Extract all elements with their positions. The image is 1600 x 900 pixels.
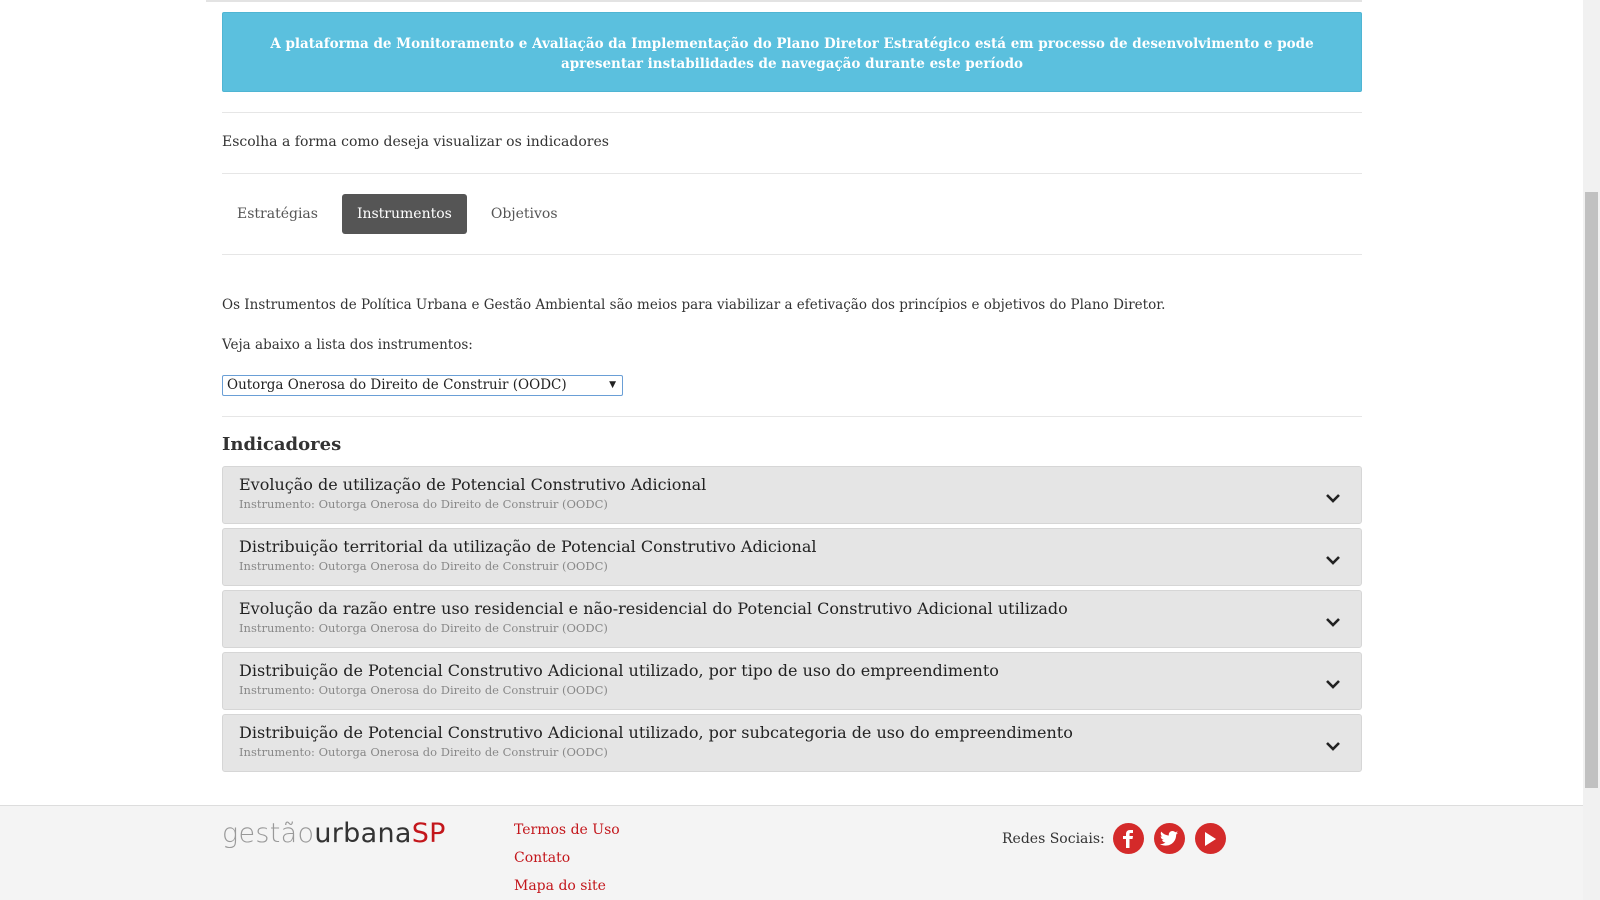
chevron-down-icon	[1326, 680, 1340, 689]
indicator-subtitle: Instrumento: Outorga Onerosa do Direito …	[239, 683, 608, 697]
footer-link-contato[interactable]: Contato	[514, 850, 620, 878]
logo-part-sp: SP	[411, 818, 446, 849]
gestao-urbana-sp-logo[interactable]: gestãourbanaSP	[222, 818, 446, 849]
twitter-icon[interactable]	[1153, 823, 1185, 854]
indicator-subtitle: Instrumento: Outorga Onerosa do Direito …	[239, 497, 608, 511]
indicator-accordion-item[interactable]: Evolução da razão entre uso residencial …	[222, 590, 1362, 648]
scrollbar-thumb[interactable]	[1585, 192, 1598, 788]
divider	[222, 112, 1362, 113]
tab-instrumentos[interactable]: Instrumentos	[341, 194, 467, 234]
indicator-subtitle: Instrumento: Outorga Onerosa do Direito …	[239, 745, 608, 759]
indicator-accordion-item[interactable]: Distribuição territorial da utilização d…	[222, 528, 1362, 586]
social-links: Redes Sociais:	[1002, 823, 1236, 854]
indicator-title: Distribuição de Potencial Construtivo Ad…	[239, 661, 999, 680]
chevron-down-icon	[1326, 494, 1340, 503]
tab-objetivos[interactable]: Objetivos	[476, 194, 573, 234]
logo-part-gestao: gestão	[222, 818, 315, 849]
indicator-accordion-item[interactable]: Evolução de utilização de Potencial Cons…	[222, 466, 1362, 524]
indicator-title: Distribuição territorial da utilização d…	[239, 537, 817, 556]
indicator-title: Evolução de utilização de Potencial Cons…	[239, 475, 707, 494]
indicator-subtitle: Instrumento: Outorga Onerosa do Direito …	[239, 559, 608, 573]
facebook-icon[interactable]	[1112, 823, 1144, 854]
instrument-select[interactable]: Outorga Onerosa do Direito de Construir …	[222, 375, 623, 396]
chevron-down-icon	[1326, 556, 1340, 565]
indicator-title: Distribuição de Potencial Construtivo Ad…	[239, 723, 1073, 742]
instruments-list-label: Veja abaixo a lista dos instrumentos:	[222, 337, 473, 353]
alert-text: A plataforma de Monitoramento e Avaliaçã…	[270, 36, 1314, 72]
indicator-accordion-item[interactable]: Distribuição de Potencial Construtivo Ad…	[222, 714, 1362, 772]
instrument-select-value: Outorga Onerosa do Direito de Construir …	[227, 377, 567, 393]
intro-text: Escolha a forma como deseja visualizar o…	[222, 134, 609, 150]
indicator-accordion-item[interactable]: Distribuição de Potencial Construtivo Ad…	[222, 652, 1362, 710]
development-alert: A plataforma de Monitoramento e Avaliaçã…	[222, 12, 1362, 92]
footer-links: Termos de Uso Contato Mapa do site	[514, 822, 620, 900]
youtube-icon[interactable]	[1194, 823, 1226, 854]
footer: gestãourbanaSP Termos de Uso Contato Map…	[0, 805, 1583, 900]
top-divider	[206, 0, 1362, 2]
tab-estrategias[interactable]: Estratégias	[222, 194, 333, 234]
logo-part-urbana: urbana	[314, 818, 412, 849]
footer-link-termos[interactable]: Termos de Uso	[514, 822, 620, 850]
view-tabs: Estratégias Instrumentos Objetivos	[222, 194, 582, 234]
social-label: Redes Sociais:	[1002, 830, 1105, 847]
divider	[222, 254, 1362, 255]
divider	[222, 173, 1362, 174]
indicators-heading: Indicadores	[222, 434, 342, 455]
indicator-subtitle: Instrumento: Outorga Onerosa do Direito …	[239, 621, 608, 635]
chevron-down-icon	[1326, 618, 1340, 627]
instruments-description: Os Instrumentos de Política Urbana e Ges…	[222, 297, 1166, 313]
divider	[222, 416, 1362, 417]
indicator-title: Evolução da razão entre uso residencial …	[239, 599, 1068, 618]
chevron-down-icon	[1326, 742, 1340, 751]
dropdown-arrow-icon: ▼	[609, 380, 616, 390]
page-scrollbar[interactable]	[1583, 0, 1600, 900]
footer-link-mapa[interactable]: Mapa do site	[514, 878, 620, 900]
